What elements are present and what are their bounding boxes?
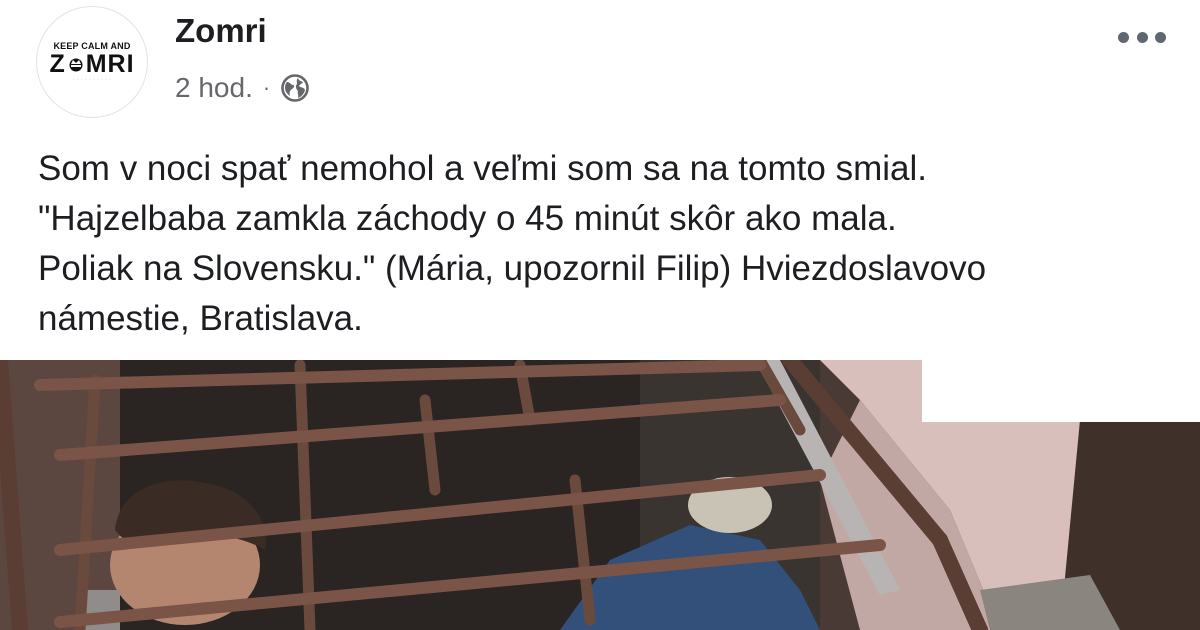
page-avatar[interactable]: KEEP CALM AND Z MRI · · · · · · · · · · — [36, 6, 148, 118]
photo-corner-overlay — [922, 360, 1200, 422]
globe-icon[interactable] — [280, 73, 310, 103]
more-dot-icon — [1155, 31, 1166, 43]
post-text: Som v noci spať nemohol a veľmi som sa n… — [38, 144, 1178, 344]
more-dot-icon — [1118, 31, 1129, 43]
avatar-fine-print: · · · · · · · · · · — [72, 77, 112, 83]
post-text-line: Poliak na Slovensku." (Mária, upozornil … — [38, 249, 987, 288]
post-text-line: námestie, Bratislava. — [38, 299, 363, 338]
post-meta: 2 hod. · — [175, 68, 310, 108]
avatar-logo-text: Z MRI — [49, 51, 134, 77]
more-options-button[interactable] — [1118, 22, 1166, 52]
crown-icon — [69, 58, 83, 72]
post-text-line: "Hajzelbaba zamkla záchody o 45 minút sk… — [38, 199, 897, 238]
more-dot-icon — [1136, 31, 1148, 43]
avatar-logo-left: Z — [49, 50, 66, 78]
page-name-link[interactable]: Zomri — [175, 12, 267, 50]
post-timestamp[interactable]: 2 hod. — [175, 72, 253, 104]
meta-separator: · — [262, 75, 271, 100]
facebook-post: KEEP CALM AND Z MRI · · · · · · · · · · … — [0, 0, 1200, 630]
avatar-logo-right: MRI — [85, 50, 135, 78]
post-text-line: Som v noci spať nemohol a veľmi som sa n… — [38, 149, 927, 188]
